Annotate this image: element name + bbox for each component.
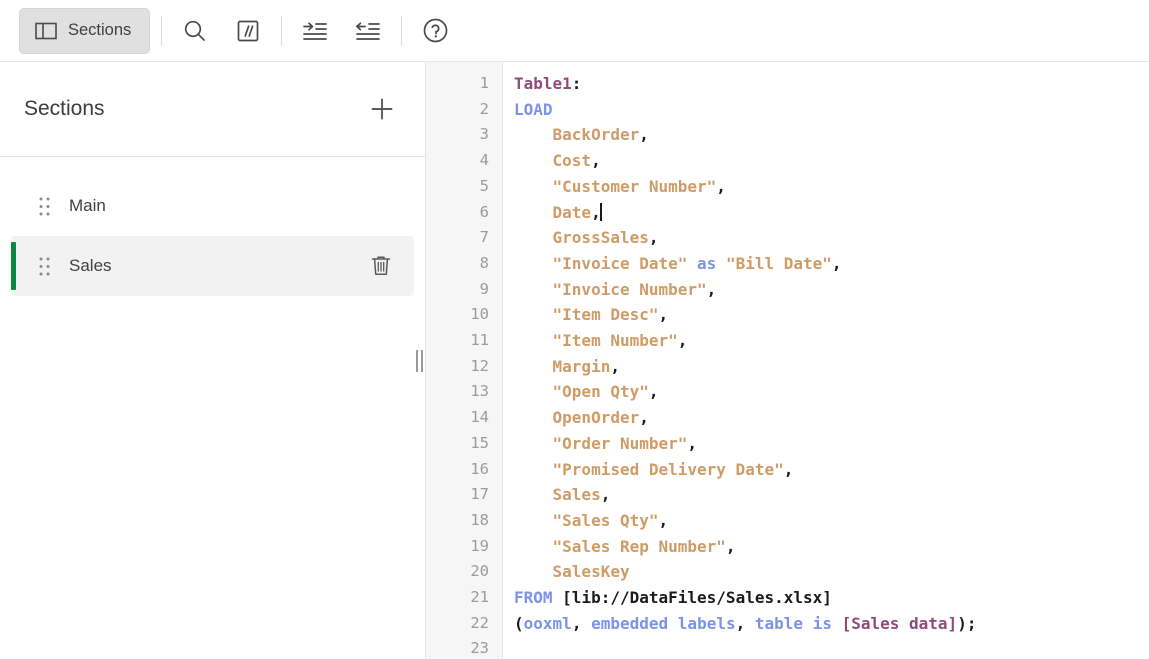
text-caret — [600, 202, 602, 221]
code-line: Date, — [552, 202, 602, 222]
code-line: "Customer Number", — [552, 176, 726, 196]
code-line: "Sales Qty", — [552, 510, 669, 530]
code-line: "Invoice Date" as "Bill Date", — [552, 253, 842, 273]
help-circle-icon — [422, 17, 449, 44]
sidebar-resize-splitter[interactable] — [413, 62, 425, 659]
script-code-editor[interactable]: 1 2 3 4 5 6 7 8 9 10 11 12 13 14 15 16 1… — [426, 62, 1149, 659]
code-line: "Item Number", — [552, 331, 688, 351]
sidebar-item-label: Main — [69, 196, 106, 215]
active-accent-bar — [11, 242, 16, 290]
code-line: Margin, — [552, 356, 620, 376]
sections-panel-header: Sections — [0, 62, 425, 157]
indent-button[interactable] — [293, 9, 337, 53]
line-number: 19 — [470, 536, 489, 555]
sidebar-item-main[interactable]: Main — [11, 176, 414, 236]
code-line: BackOrder, — [552, 125, 649, 145]
line-number: 21 — [470, 588, 489, 607]
search-icon — [182, 18, 208, 44]
line-number: 10 — [470, 305, 489, 324]
editor-body: Sections Main Sales 1 2 3 4 5 6 7 8 9 10… — [0, 62, 1149, 659]
sidebar-item-label: Sales — [69, 256, 112, 275]
line-number: 8 — [479, 253, 489, 272]
code-line: "Promised Delivery Date", — [552, 459, 794, 479]
code-text-area[interactable]: Table1: LOAD BackOrder, Cost, "Customer N… — [503, 62, 1149, 659]
line-number: 12 — [470, 356, 489, 375]
line-number: 7 — [479, 228, 489, 247]
line-number: 16 — [470, 459, 489, 478]
line-number: 5 — [479, 176, 489, 195]
line-number: 15 — [470, 433, 489, 452]
delete-section-button[interactable] — [364, 249, 398, 283]
line-number: 4 — [479, 151, 489, 170]
code-line: "Order Number", — [552, 433, 698, 453]
drag-dots-icon[interactable] — [31, 196, 57, 217]
plus-icon — [369, 96, 395, 122]
line-number: 6 — [479, 202, 489, 221]
line-number: 17 — [470, 485, 489, 504]
code-line: "Invoice Number", — [552, 279, 717, 299]
code-line: "Sales Rep Number", — [552, 536, 736, 556]
code-line: Table1: — [514, 74, 582, 93]
comment-button[interactable] — [226, 9, 270, 53]
sections-list: Main Sales — [0, 157, 425, 296]
toolbar-divider-2 — [281, 15, 283, 46]
line-number: 9 — [479, 279, 489, 298]
script-editor-app: Sections Sections Main Sales 1 2 3 4 5 6… — [0, 0, 1149, 659]
code-line: "Item Desc", — [552, 305, 669, 325]
indent-increase-icon — [301, 18, 329, 44]
code-line: "Open Qty", — [552, 382, 659, 402]
sections-sidebar: Sections Main Sales — [0, 62, 426, 659]
outdent-button[interactable] — [346, 9, 390, 53]
toolbar-divider-1 — [161, 15, 163, 46]
trash-icon — [370, 254, 392, 278]
panel-layout-icon — [35, 22, 57, 40]
line-number: 22 — [470, 613, 489, 632]
sections-toggle-button[interactable]: Sections — [19, 7, 151, 54]
resize-grip-icon — [415, 349, 423, 372]
sections-toggle-label: Sections — [68, 21, 132, 39]
code-line: Sales, — [552, 485, 611, 505]
code-line: SalesKey — [552, 562, 630, 582]
code-line: OpenOrder, — [552, 408, 649, 428]
line-number: 11 — [470, 331, 489, 350]
code-line: FROM [lib://DataFiles/Sales.xlsx] — [514, 588, 832, 608]
comment-slashes-icon — [235, 18, 261, 44]
page-title: Sections — [24, 97, 105, 120]
code-line: GrossSales, — [552, 228, 659, 248]
line-number-gutter: 1 2 3 4 5 6 7 8 9 10 11 12 13 14 15 16 1… — [426, 62, 503, 659]
sidebar-item-sales[interactable]: Sales — [11, 236, 414, 296]
add-section-button[interactable] — [365, 92, 399, 126]
code-line: Cost, — [552, 151, 601, 171]
line-number: 13 — [470, 382, 489, 401]
search-button[interactable] — [173, 9, 217, 53]
editor-toolbar: Sections — [0, 0, 1149, 62]
line-number: 1 — [479, 74, 489, 92]
line-number: 23 — [470, 639, 489, 658]
line-number: 3 — [479, 125, 489, 144]
drag-dots-icon[interactable] — [31, 256, 57, 277]
line-number: 20 — [470, 562, 489, 581]
line-number: 14 — [470, 408, 489, 427]
toolbar-divider-3 — [401, 15, 403, 46]
code-line: (ooxml, embedded labels, table is [Sales… — [514, 613, 977, 633]
indent-decrease-icon — [354, 18, 382, 44]
line-number: 2 — [479, 99, 489, 118]
help-button[interactable] — [413, 9, 457, 53]
code-line: LOAD — [514, 99, 553, 119]
line-number: 18 — [470, 510, 489, 529]
